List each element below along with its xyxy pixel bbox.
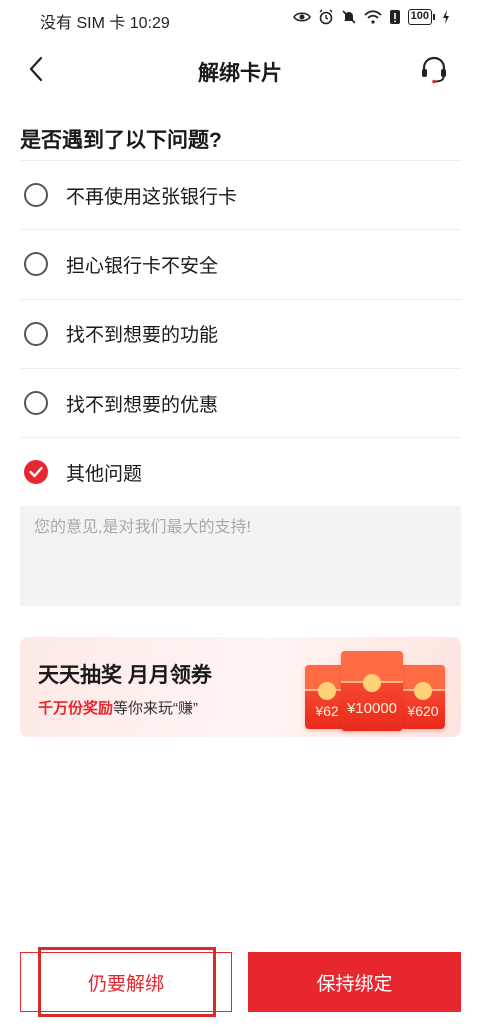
page-title: 解绑卡片 bbox=[198, 62, 282, 85]
nav-bar: 解绑卡片 bbox=[0, 44, 480, 98]
option-not-secure[interactable]: 担心银行卡不安全 bbox=[20, 229, 461, 298]
options-list: 不再使用这张银行卡 担心银行卡不安全 找不到想要的功能 找不到想要的优惠 其他问… bbox=[20, 160, 461, 506]
promo-subtitle-highlight: 千万份奖励 bbox=[38, 700, 114, 717]
promo-title: 天天抽奖 月月领券 bbox=[38, 664, 212, 687]
promo-subtitle: 千万份奖励等你来玩“赚” bbox=[38, 697, 198, 718]
question-title: 是否遇到了以下问题? bbox=[20, 129, 222, 152]
option-label: 找不到想要的功能 bbox=[66, 325, 219, 347]
alert-icon bbox=[389, 9, 401, 25]
feedback-textarea[interactable] bbox=[20, 506, 461, 606]
customer-service-button[interactable] bbox=[416, 54, 452, 90]
red-envelope-icon: ¥620 bbox=[401, 665, 445, 729]
mute-bell-icon bbox=[341, 9, 357, 25]
envelope-amount: ¥10000 bbox=[346, 700, 398, 717]
option-label: 不再使用这张银行卡 bbox=[66, 186, 238, 208]
battery-icon: 100 bbox=[407, 9, 435, 25]
promo-banner[interactable]: 天天抽奖 月月领券 千万份奖励等你来玩“赚” ¥62 ¥620 ¥10000 bbox=[20, 637, 461, 737]
option-missing-discount[interactable]: 找不到想要的优惠 bbox=[20, 367, 461, 437]
option-no-longer-use[interactable]: 不再使用这张银行卡 bbox=[20, 160, 461, 229]
radio-unchecked-icon[interactable] bbox=[24, 252, 48, 277]
option-label: 找不到想要的优惠 bbox=[66, 394, 219, 416]
battery-level: 100 bbox=[407, 9, 432, 25]
bottom-action-bar: 仍要解绑 保持绑定 bbox=[0, 950, 480, 1016]
status-carrier-time: 没有 SIM 卡 10:29 bbox=[40, 15, 170, 32]
option-missing-feature[interactable]: 找不到想要的功能 bbox=[20, 298, 461, 368]
option-label: 担心银行卡不安全 bbox=[66, 255, 219, 277]
wifi-icon bbox=[364, 10, 382, 24]
charging-icon bbox=[442, 10, 450, 24]
red-envelopes-image: ¥62 ¥620 ¥10000 bbox=[305, 651, 445, 731]
radio-unchecked-icon[interactable] bbox=[24, 391, 48, 416]
option-other[interactable]: 其他问题 bbox=[20, 437, 461, 506]
radio-unchecked-icon[interactable] bbox=[24, 321, 48, 346]
radio-checked-icon[interactable] bbox=[24, 460, 48, 485]
promo-subtitle-rest: 等你来玩“赚” bbox=[113, 700, 199, 717]
status-bar: 没有 SIM 卡 10:29 100 bbox=[0, 0, 480, 38]
eye-icon bbox=[292, 10, 311, 24]
headset-icon bbox=[418, 54, 450, 91]
unbind-button[interactable]: 仍要解绑 bbox=[20, 952, 232, 1012]
envelope-amount: ¥620 bbox=[407, 703, 439, 719]
radio-unchecked-icon[interactable] bbox=[24, 183, 48, 208]
keep-binding-button[interactable]: 保持绑定 bbox=[248, 952, 461, 1012]
alarm-icon bbox=[318, 9, 334, 25]
option-label: 其他问题 bbox=[66, 463, 143, 485]
red-envelope-icon: ¥10000 bbox=[341, 651, 403, 731]
status-icons: 100 bbox=[292, 9, 450, 25]
